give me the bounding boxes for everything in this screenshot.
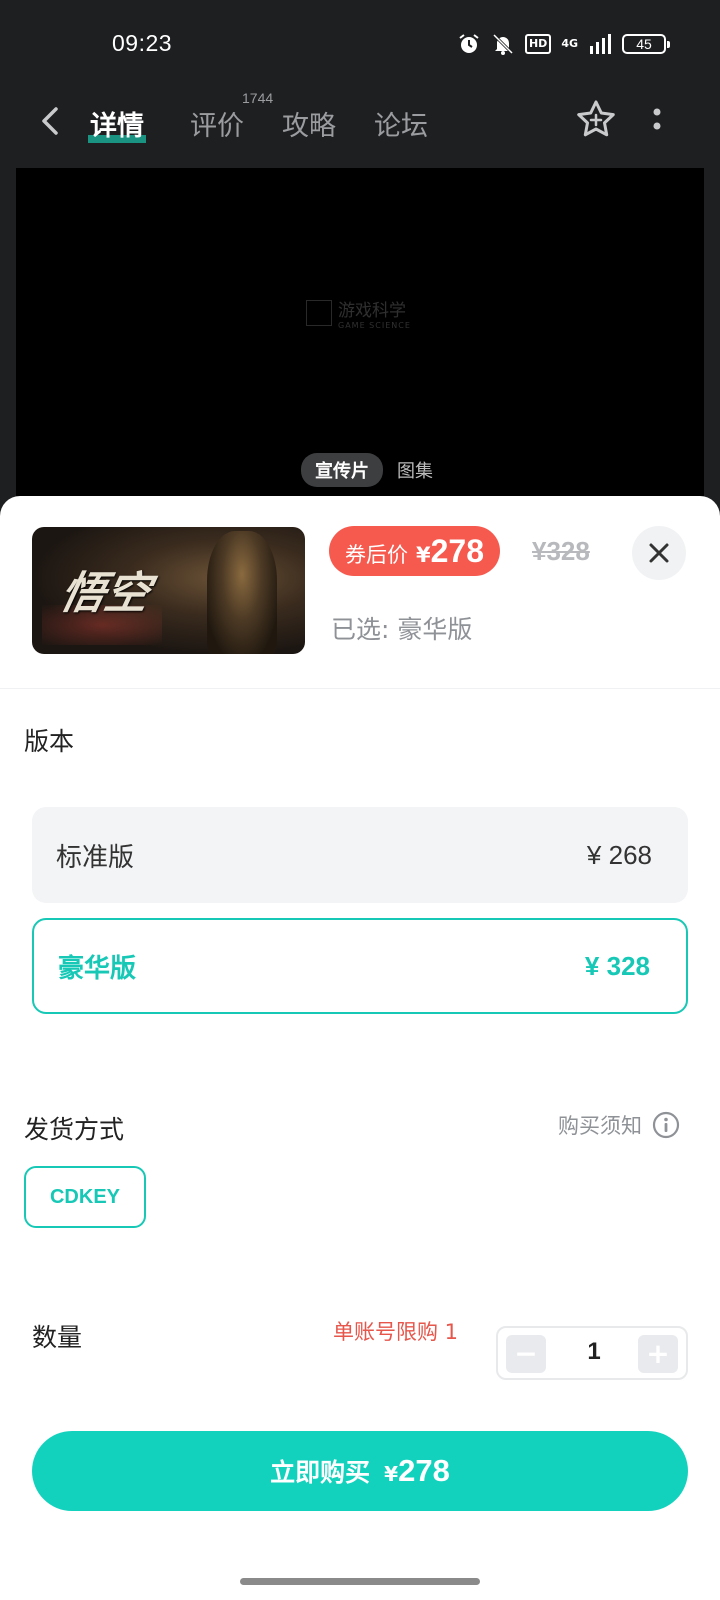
coupon-price-badge: 券后价 ¥ 278 xyxy=(329,526,501,576)
status-time: 09:23 xyxy=(112,30,173,56)
version-option-standard[interactable]: 标准版 ¥ 268 xyxy=(32,807,688,903)
thumbnail-character xyxy=(207,531,277,654)
close-icon xyxy=(649,543,669,563)
alarm-icon xyxy=(459,34,479,53)
silent-bell-icon xyxy=(492,33,514,55)
quantity-value[interactable]: 1 xyxy=(578,1338,610,1366)
version-option-price: ¥ 328 xyxy=(584,950,650,981)
decrease-quantity-button[interactable]: − xyxy=(506,1335,546,1373)
video-player[interactable]: 游戏科学 GAME SCIENCE 宣传片 图集 xyxy=(16,168,704,508)
version-section-title: 版本 xyxy=(24,727,75,756)
tab-forum-label: 论坛 xyxy=(374,111,428,142)
media-tab-gallery[interactable]: 图集 xyxy=(397,457,433,483)
version-option-deluxe[interactable]: 豪华版 ¥ 328 xyxy=(32,918,688,1014)
delivery-method-cdkey[interactable]: CDKEY xyxy=(24,1166,146,1228)
network-label: 4G xyxy=(561,37,578,50)
coupon-price-currency: ¥ xyxy=(416,543,431,567)
status-icons: HD 4G 45 xyxy=(457,32,670,56)
buy-now-price: 278 xyxy=(398,1453,450,1488)
tab-review[interactable]: 评价 1744 xyxy=(190,90,273,143)
purchase-sheet: 悟空 券后价 ¥ 278 ¥328 已选: 豪华版 版本 标准版 ¥ 268 豪… xyxy=(0,496,720,1600)
watermark-text: 游戏科学 xyxy=(338,301,406,321)
coupon-price-amount: 278 xyxy=(430,533,485,569)
home-indicator[interactable] xyxy=(240,1578,480,1585)
version-option-name: 标准版 xyxy=(56,842,135,873)
video-watermark: 游戏科学 GAME SCIENCE xyxy=(306,296,411,330)
tab-guide[interactable]: 攻略 xyxy=(282,104,336,143)
status-bar: 09:23 HD 4G 45 xyxy=(0,0,720,90)
buy-now-currency: ¥ xyxy=(384,1462,399,1486)
increase-quantity-button[interactable]: + xyxy=(638,1335,678,1373)
watermark-subtext: GAME SCIENCE xyxy=(338,321,411,330)
signal-icon xyxy=(590,34,611,54)
quantity-section-title: 数量 xyxy=(32,1323,83,1352)
product-thumbnail: 悟空 xyxy=(32,527,305,654)
more-options-icon[interactable] xyxy=(652,104,662,134)
buy-now-button[interactable]: 立即购买 ¥ 278 xyxy=(32,1431,688,1511)
buy-now-label: 立即购买 xyxy=(270,1458,371,1487)
purchase-notice-link[interactable]: 购买须知 xyxy=(558,1110,680,1140)
thumbnail-title-art: 悟空 xyxy=(55,568,155,619)
info-icon xyxy=(652,1111,680,1139)
media-tabs: 宣传片 图集 xyxy=(301,453,433,487)
version-option-price: ¥ 268 xyxy=(586,839,652,870)
delivery-section-title: 发货方式 xyxy=(24,1115,125,1144)
add-favorite-star-icon[interactable] xyxy=(574,98,618,142)
tab-forum[interactable]: 论坛 xyxy=(374,104,428,143)
close-button[interactable] xyxy=(632,526,686,580)
divider xyxy=(0,688,720,689)
coupon-price-label: 券后价 xyxy=(345,543,408,567)
battery-icon: 45 xyxy=(622,34,670,54)
selected-variant-text: 已选: 豪华版 xyxy=(331,615,473,644)
game-science-logo-icon xyxy=(306,300,332,326)
hd-badge: HD xyxy=(524,34,552,54)
back-arrow-icon[interactable] xyxy=(34,104,68,138)
media-tab-trailer[interactable]: 宣传片 xyxy=(301,453,383,487)
tab-guide-label: 攻略 xyxy=(282,111,336,142)
review-count: 1744 xyxy=(242,90,274,106)
purchase-limit-text: 单账号限购 1 xyxy=(333,1320,459,1344)
tab-detail-label: 详情 xyxy=(90,111,144,142)
original-price: ¥328 xyxy=(532,536,590,566)
tab-detail[interactable]: 详情 xyxy=(88,104,146,143)
version-option-name: 豪华版 xyxy=(58,953,137,984)
purchase-notice-label: 购买须知 xyxy=(558,1114,642,1138)
top-nav: 详情 评价 1744 攻略 论坛 xyxy=(0,90,720,165)
quantity-stepper: − 1 + xyxy=(496,1326,688,1380)
tab-review-label: 评价 xyxy=(190,111,244,142)
